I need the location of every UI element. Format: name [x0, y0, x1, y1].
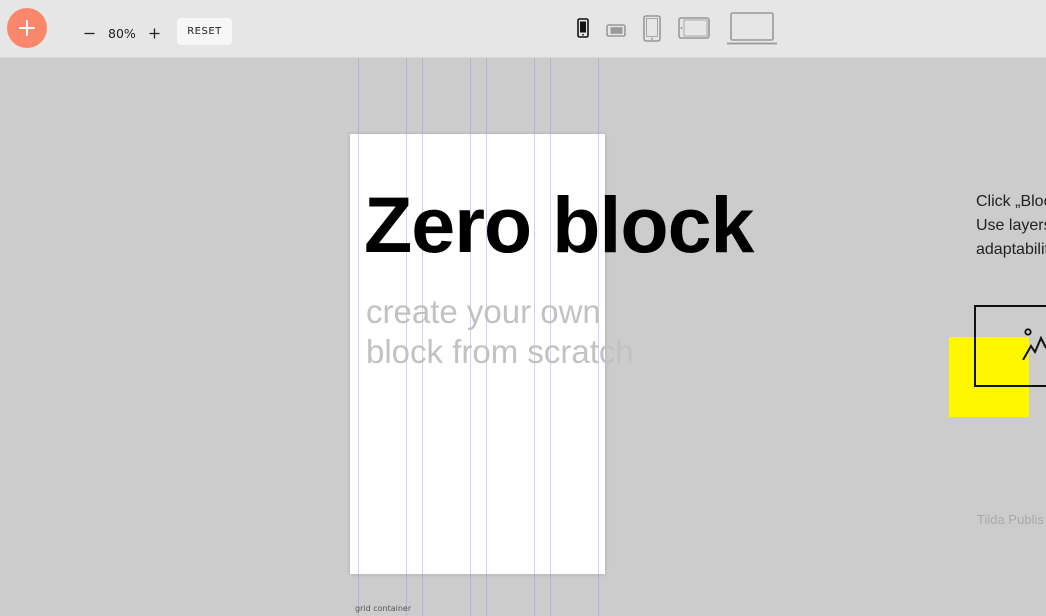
device-desktop[interactable] — [726, 12, 778, 50]
zoom-out-button[interactable] — [80, 23, 98, 43]
zero-block-title[interactable]: Zero block — [364, 178, 754, 273]
phone-portrait-icon — [577, 18, 589, 38]
reset-zoom-button[interactable]: RESET — [177, 18, 232, 45]
zoom-level: 80% — [108, 25, 136, 41]
image-mountain-icon — [1022, 328, 1046, 360]
plus-icon — [19, 20, 35, 36]
subtitle-line: block from scratch — [366, 333, 634, 370]
minus-icon — [84, 32, 94, 34]
device-phone-landscape[interactable] — [606, 24, 626, 42]
subtitle-line: create your own — [366, 293, 601, 330]
zoom-in-button[interactable] — [146, 23, 164, 43]
grid-container-label: grid container — [355, 604, 412, 613]
zero-block-subtitle[interactable]: create your own block from scratch — [366, 292, 634, 372]
zoom-control: 80% — [80, 21, 164, 45]
add-element-button[interactable] — [7, 8, 47, 48]
tablet-landscape-icon — [678, 17, 710, 39]
plus-icon — [149, 28, 160, 38]
instruction-line: Use layers — [976, 217, 1046, 234]
instruction-line: Click „Bloc — [976, 193, 1046, 210]
instruction-line: adaptabilit — [976, 241, 1046, 258]
laptop-icon — [727, 12, 777, 45]
device-tablet-landscape[interactable] — [678, 17, 710, 44]
tablet-portrait-icon — [643, 15, 661, 42]
instruction-text[interactable]: Click „Bloc Use layers adaptabilit — [976, 190, 1046, 262]
grid-line — [358, 58, 359, 616]
device-phone-portrait[interactable] — [577, 18, 589, 43]
phone-landscape-icon — [606, 24, 626, 37]
editor-toolbar: 80% RESET — [0, 0, 1046, 58]
publishing-label: Tilda Publis — [977, 512, 1044, 527]
device-tablet-portrait[interactable] — [643, 15, 661, 47]
